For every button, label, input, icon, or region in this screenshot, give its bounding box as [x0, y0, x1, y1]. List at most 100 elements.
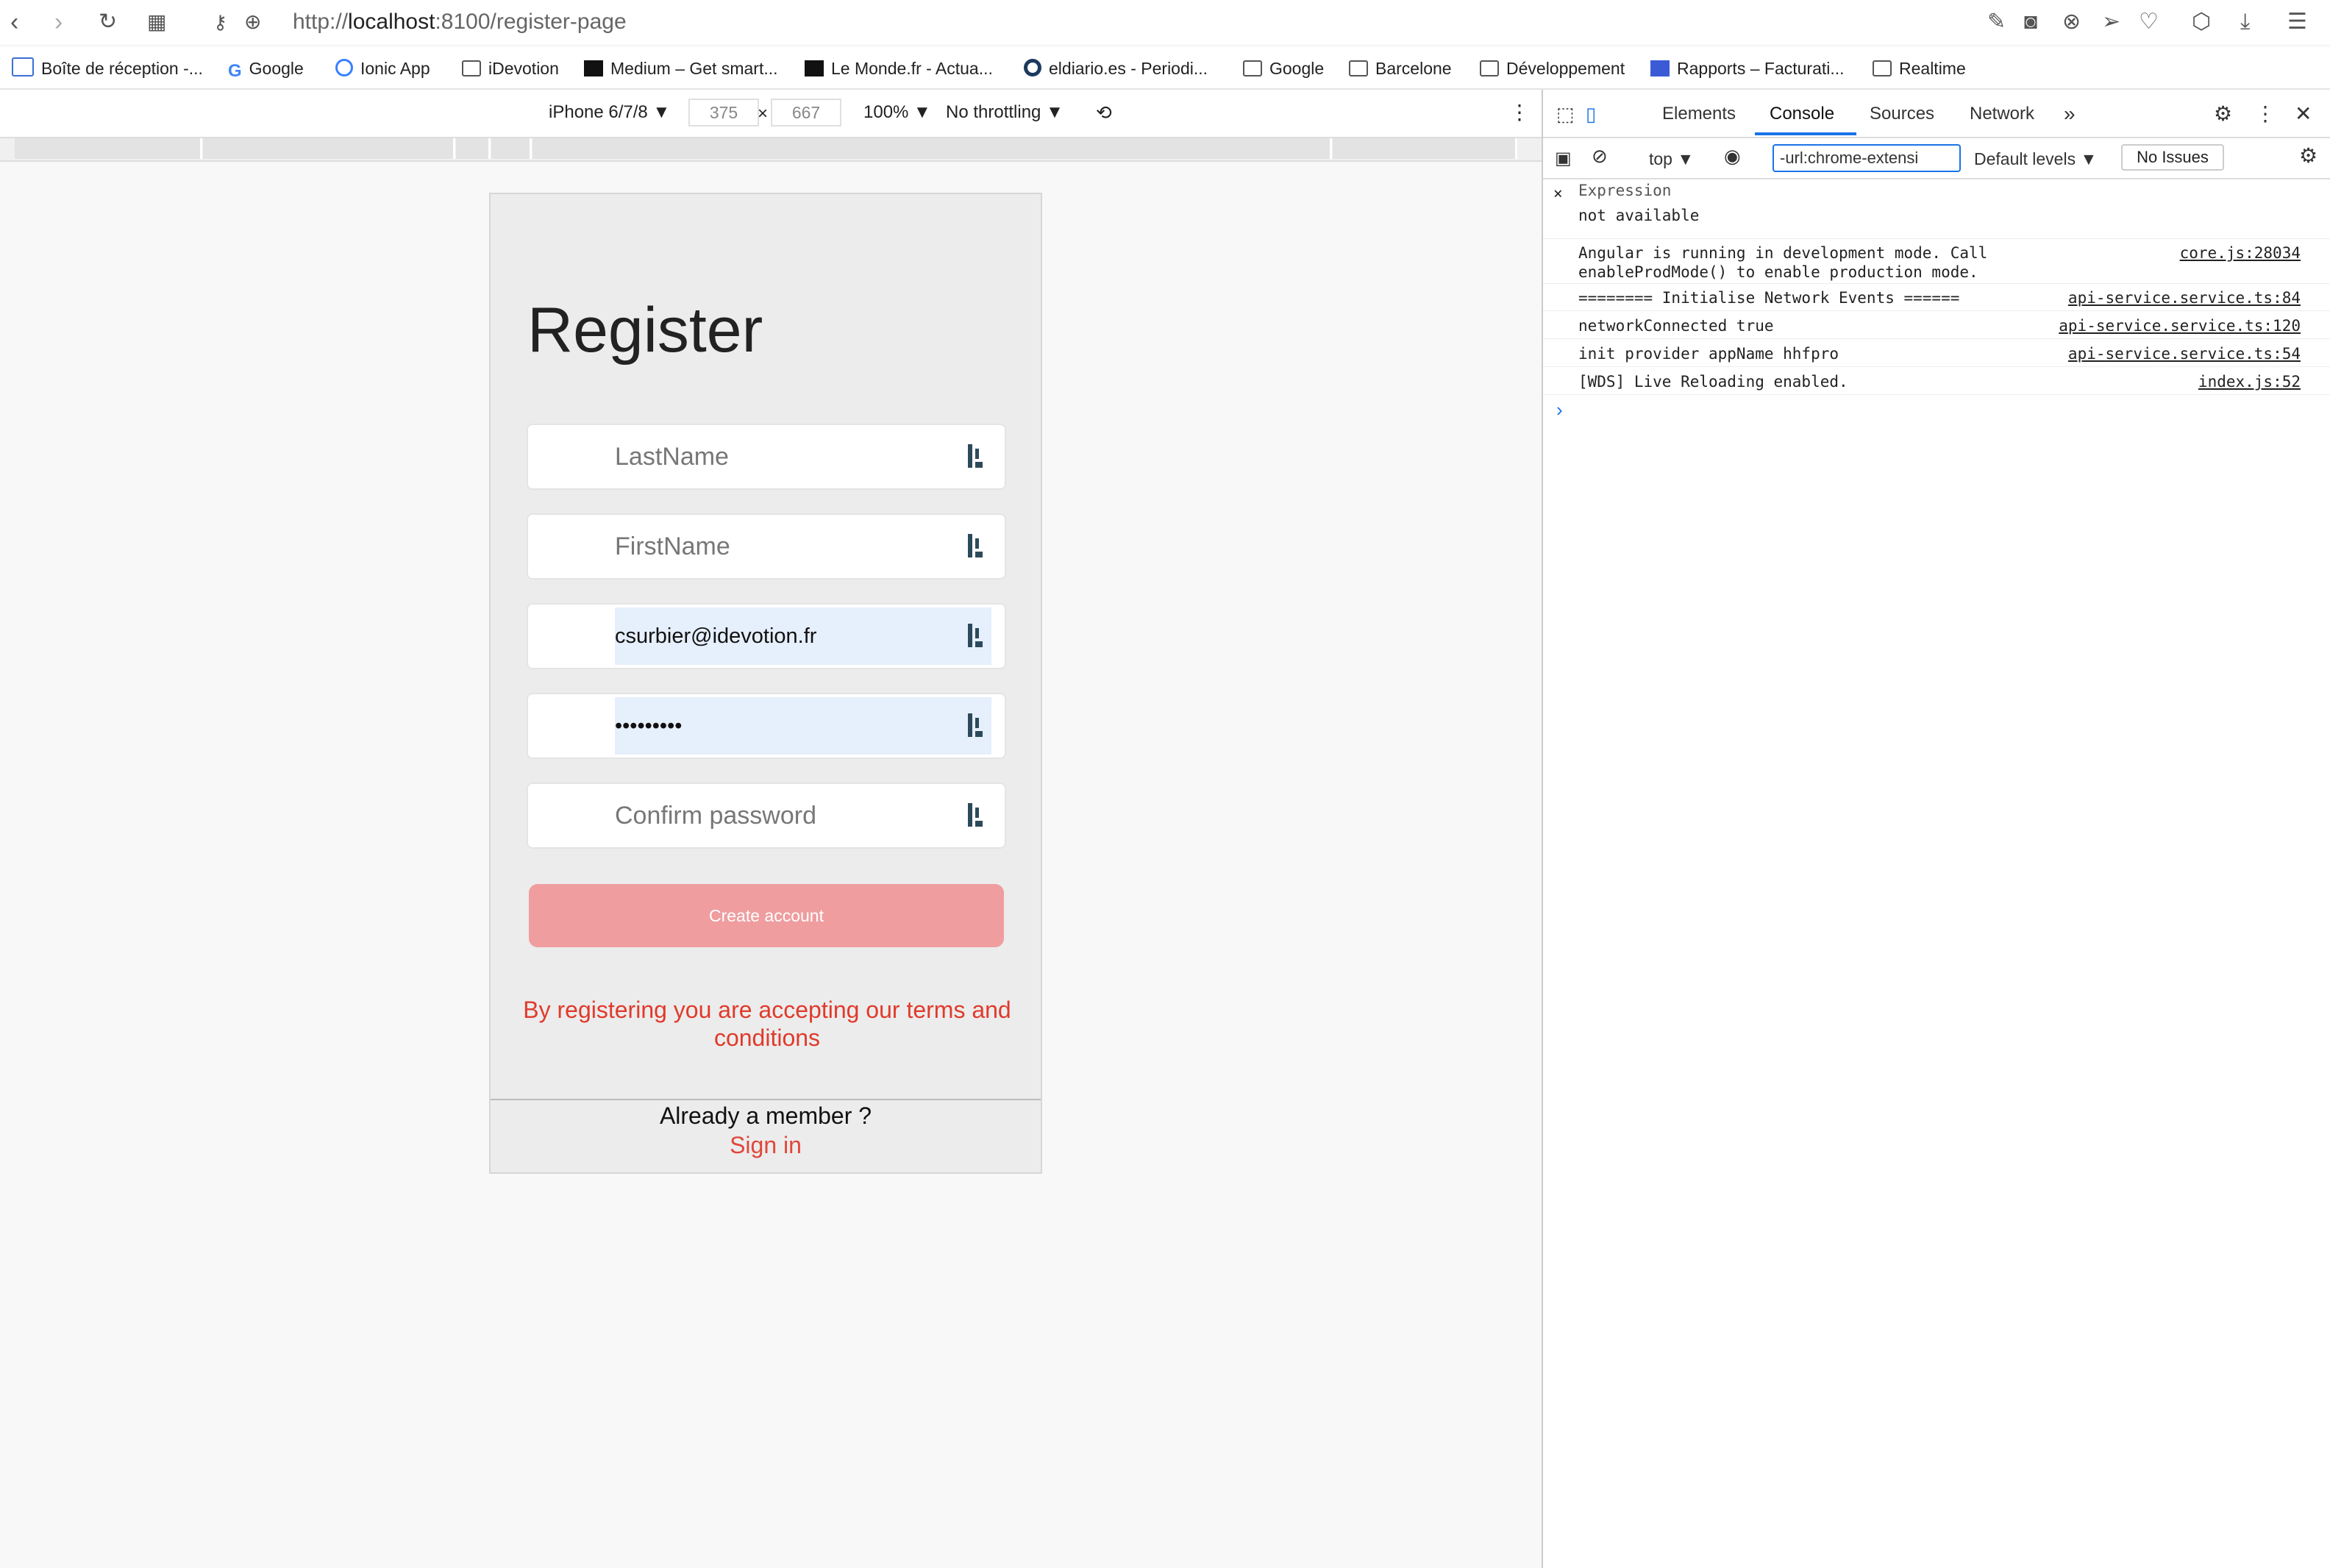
bookmark-label: Barcelone	[1375, 59, 1452, 78]
ruler-segment[interactable]	[532, 138, 1332, 159]
log-source-link[interactable]: api-service.service.ts:84	[2068, 288, 2301, 307]
dimension-separator: ×	[758, 104, 769, 124]
log-message: networkConnected true	[1578, 317, 1774, 335]
ruler-segment[interactable]	[15, 138, 202, 159]
ruler-segment[interactable]	[491, 138, 532, 159]
url-host: localhost	[348, 10, 435, 34]
url-path: :8100/register-page	[435, 10, 627, 34]
bookmark-label: Ionic App	[360, 59, 430, 78]
password-field[interactable]: •••••••••	[527, 693, 1006, 759]
url-scheme: http://	[293, 10, 349, 34]
bookmark-label: Boîte de réception -...	[41, 59, 203, 78]
issues-button[interactable]: No Issues	[2121, 144, 2224, 171]
forward-icon[interactable]: ›	[54, 7, 63, 37]
sign-in-link[interactable]: Sign in	[491, 1131, 1041, 1159]
log-row: ======== Initialise Network Events =====…	[1543, 284, 2330, 311]
tab-elements[interactable]: Elements	[1662, 103, 1736, 125]
folder-icon	[462, 60, 481, 76]
send-icon[interactable]: ➢	[2102, 9, 2120, 35]
ruler-segment[interactable]	[203, 138, 455, 159]
tab-network[interactable]: Network	[1970, 103, 2034, 125]
email-field[interactable]: csurbier@idevotion.fr	[527, 603, 1006, 669]
download-icon[interactable]: ⤓	[2240, 9, 2250, 35]
log-source-link[interactable]: index.js:52	[2198, 372, 2301, 391]
bookmark-google[interactable]: G Google	[228, 57, 304, 81]
edit-icon[interactable]: ✎	[1987, 9, 2006, 35]
settings-icon[interactable]: ⚙	[2214, 103, 2232, 125]
password-manager-icon[interactable]	[968, 534, 984, 557]
password-manager-icon[interactable]	[968, 444, 984, 468]
already-member-text: Already a member ?	[659, 1102, 872, 1129]
confirm-password-field[interactable]: Confirm password	[527, 783, 1006, 849]
device-select[interactable]: iPhone 6/7/8 ▼	[549, 101, 670, 124]
ruler-segment[interactable]	[456, 138, 491, 159]
bookmark-realtime[interactable]: Realtime	[1873, 57, 1966, 79]
width-input[interactable]: 375	[688, 99, 759, 126]
tab-console[interactable]: Console	[1770, 103, 1834, 125]
password-manager-icon[interactable]	[968, 713, 984, 737]
back-icon[interactable]: ‹	[10, 7, 18, 37]
cube-icon[interactable]: ⬡	[2192, 9, 2211, 35]
page-title: Register	[527, 295, 763, 366]
confirm-password-placeholder: Confirm password	[615, 802, 816, 830]
bookmark-inbox[interactable]: Boîte de réception -...	[12, 57, 203, 79]
eye-icon[interactable]: ◉	[1724, 146, 1741, 166]
menu-icon[interactable]: ☰	[2287, 9, 2307, 35]
shield-icon[interactable]: ⊗	[2062, 9, 2081, 35]
more-vertical-icon[interactable]: ⋮	[2255, 103, 2276, 125]
filter-input[interactable]: -url:chrome-extensi	[1773, 144, 1961, 172]
throttle-select[interactable]: No throttling ▼	[946, 101, 1064, 124]
close-expression-icon[interactable]: ×	[1553, 184, 1563, 203]
bookmark-developpement[interactable]: Développement	[1480, 57, 1625, 79]
bookmark-barcelone[interactable]: Barcelone	[1349, 57, 1452, 79]
rotate-icon[interactable]: ⟲	[1096, 101, 1112, 124]
device-toggle-icon[interactable]: ▯	[1586, 103, 1596, 125]
log-row: networkConnected true api-service.servic…	[1543, 312, 2330, 339]
bookmark-google-folder[interactable]: Google	[1243, 57, 1324, 79]
sidebar-toggle-icon[interactable]: ▣	[1555, 149, 1572, 169]
lastname-field[interactable]: LastName	[527, 424, 1006, 490]
height-input[interactable]: 667	[771, 99, 841, 126]
more-vertical-icon[interactable]: ⋮	[1509, 101, 1530, 124]
ruler-segment[interactable]	[1333, 138, 1517, 159]
mail-icon	[12, 57, 34, 76]
create-account-button[interactable]: Create account	[529, 884, 1004, 947]
bookmark-medium[interactable]: Medium – Get smart...	[584, 57, 778, 79]
log-source-link[interactable]: api-service.service.ts:120	[2059, 316, 2301, 335]
password-manager-icon[interactable]	[968, 624, 984, 647]
folder-icon	[1873, 60, 1892, 76]
more-tabs-icon[interactable]: »	[2064, 103, 2076, 125]
log-source-link[interactable]: core.js:28034	[2180, 243, 2301, 263]
zoom-select[interactable]: 100% ▼	[863, 101, 931, 124]
console-prompt[interactable]: ›	[1556, 399, 1563, 421]
bookmarks-bar: Boîte de réception -... G Google Ionic Ap…	[0, 47, 2330, 90]
firstname-field[interactable]: FirstName	[527, 513, 1006, 580]
close-icon[interactable]: ✕	[2295, 103, 2312, 125]
camera-icon[interactable]: ◙	[2024, 9, 2037, 35]
bookmark-ionic[interactable]: Ionic App	[335, 57, 430, 79]
bookmark-label: eldiario.es - Periodi...	[1049, 59, 1208, 78]
folder-icon	[1480, 60, 1499, 76]
password-manager-icon[interactable]	[968, 803, 984, 827]
inspect-icon[interactable]: ⬚	[1556, 103, 1575, 125]
reload-icon[interactable]: ↻	[99, 7, 117, 37]
levels-select[interactable]: Default levels ▼	[1974, 149, 2097, 169]
settings-icon[interactable]: ⚙	[2299, 146, 2317, 166]
firstname-placeholder: FirstName	[615, 532, 730, 560]
bookmark-eldiario[interactable]: eldiario.es - Periodi...	[1024, 57, 1208, 79]
bookmark-idevotion[interactable]: iDevotion	[462, 57, 559, 79]
bookmark-rapports[interactable]: Rapports – Facturati...	[1650, 57, 1845, 79]
clear-console-icon[interactable]: ⊘	[1592, 146, 1608, 166]
log-row: init provider appName hhfpro api-service…	[1543, 340, 2330, 367]
bookmark-label: Google	[249, 59, 304, 78]
log-source-link[interactable]: api-service.service.ts:54	[2068, 344, 2301, 363]
footer-divider	[491, 1099, 1041, 1100]
tab-sources[interactable]: Sources	[1870, 103, 1934, 125]
key-icon[interactable]: ⚷	[213, 7, 227, 37]
heart-icon[interactable]: ♡	[2139, 9, 2159, 35]
context-select[interactable]: top ▼	[1649, 149, 1694, 169]
bookmark-lemonde[interactable]: Le Monde.fr - Actua...	[805, 57, 993, 79]
terms-link[interactable]: By registering you are accepting our ter…	[513, 996, 1022, 1052]
tabs-grid-icon[interactable]: ▦	[147, 7, 166, 37]
address-bar[interactable]: http://localhost:8100/register-page	[293, 7, 627, 37]
